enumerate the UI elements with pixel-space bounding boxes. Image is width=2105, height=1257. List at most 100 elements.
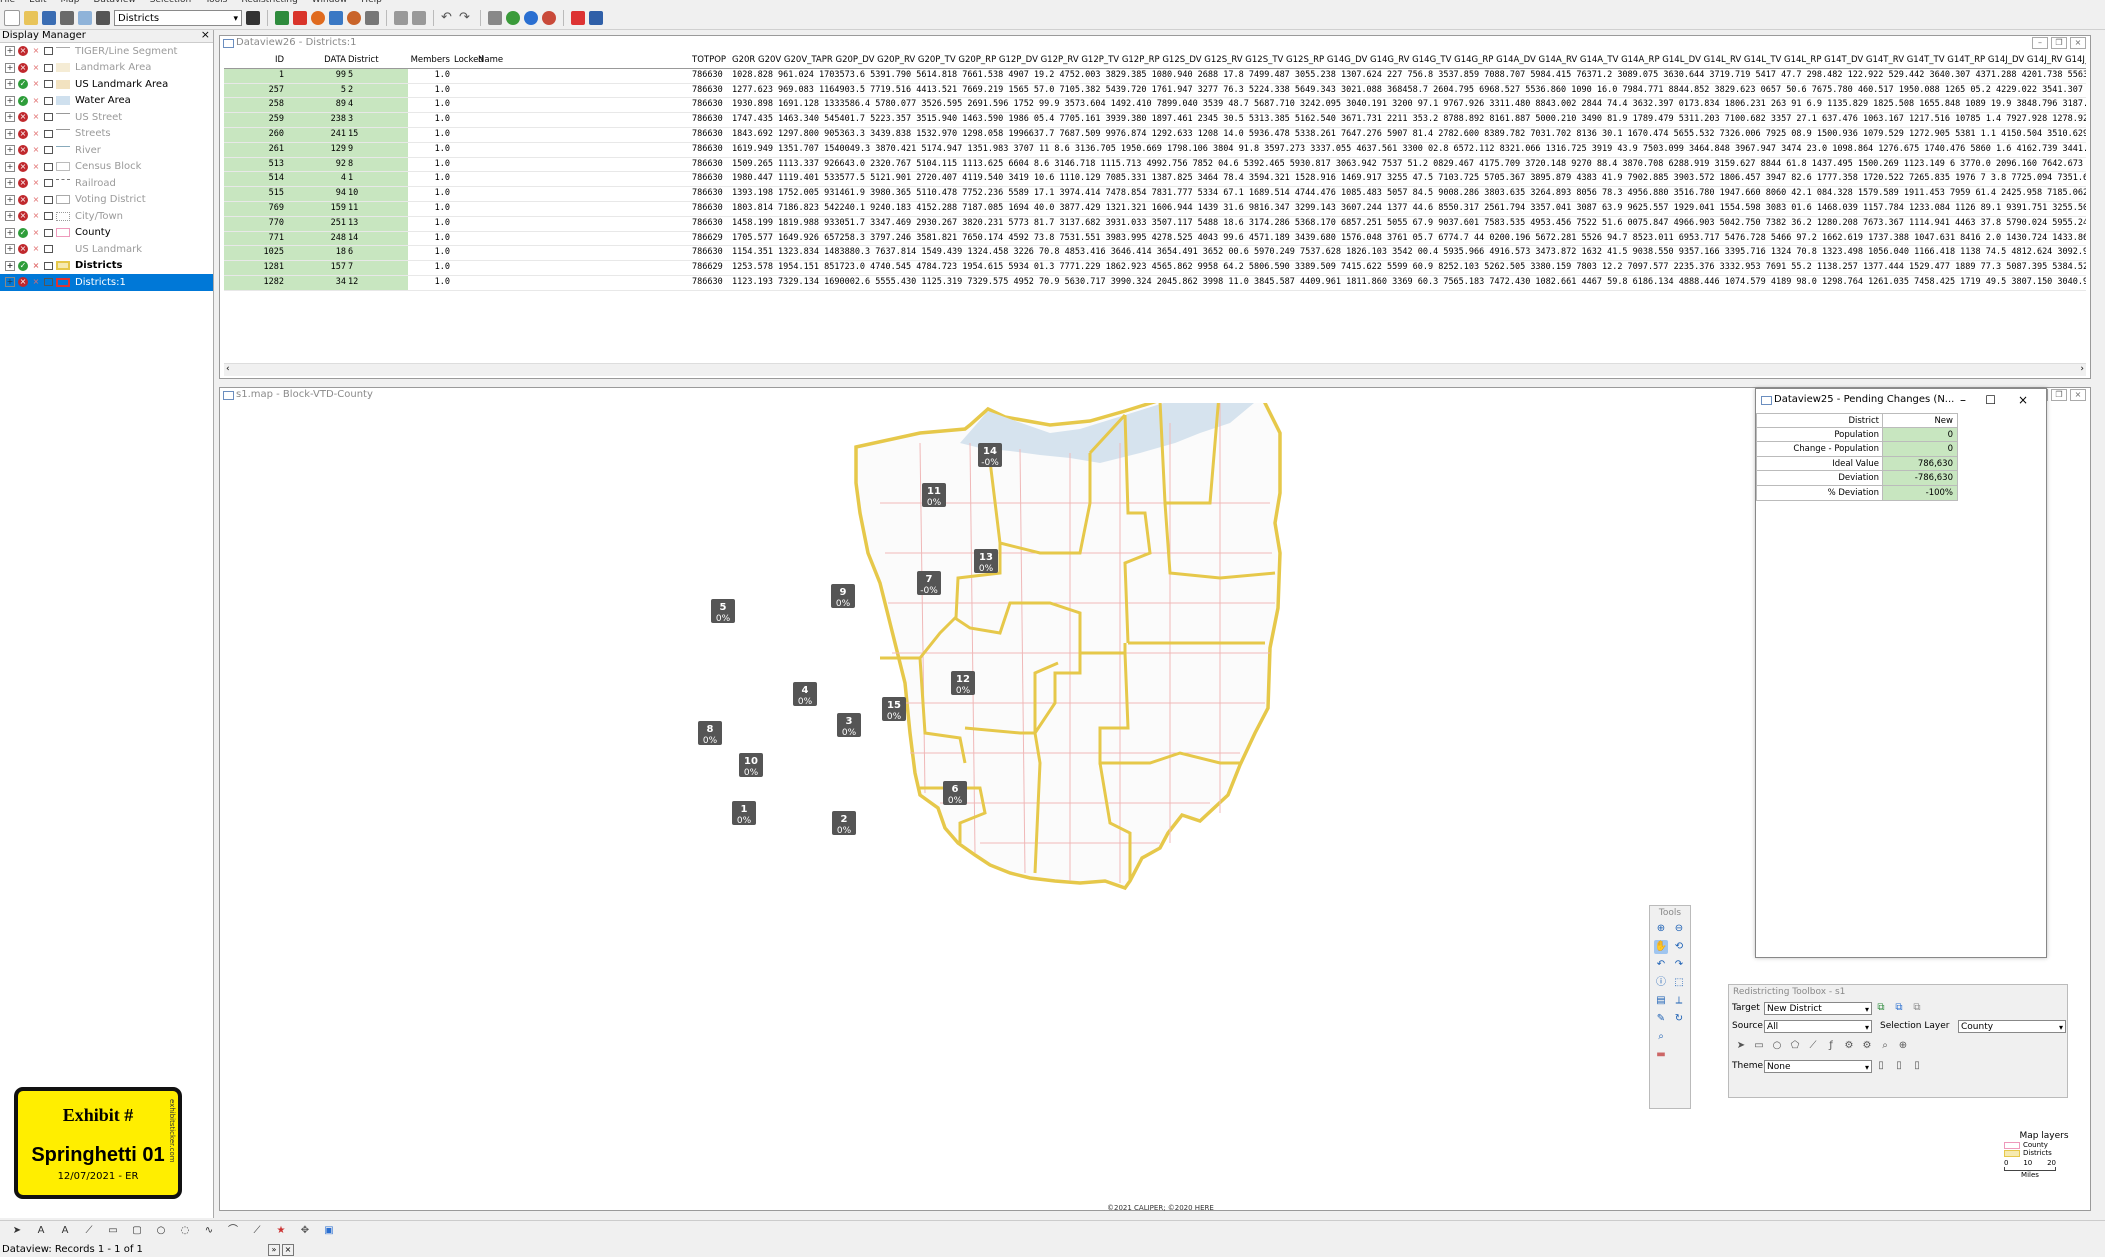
- target-dropdown[interactable]: New District: [1764, 1001, 1872, 1016]
- undo-icon[interactable]: ↶: [441, 10, 455, 25]
- save-icon[interactable]: [42, 10, 56, 25]
- lock-icon[interactable]: ×: [31, 211, 41, 221]
- layer-row-streets[interactable]: + × × Streets: [0, 126, 213, 143]
- layer-row-water-area[interactable]: + ✓ × Water Area: [0, 93, 213, 110]
- dataview-title[interactable]: Dataview26 - Districts:1 – ❐ ×: [220, 36, 2090, 50]
- redo-icon[interactable]: ↷: [459, 10, 473, 25]
- spline-icon[interactable]: ⌒: [226, 1224, 240, 1238]
- table-row[interactable]: 770 251 13 1.0 786630 1458.199 1819.988 93305…: [224, 216, 2086, 232]
- doc-new-icon[interactable]: ▯: [1910, 1059, 1924, 1073]
- pan-hand-icon[interactable]: ✋: [1654, 940, 1668, 954]
- menu-tools[interactable]: Tools: [205, 0, 227, 5]
- zoom-layer-icon[interactable]: [542, 10, 556, 25]
- lock-icon[interactable]: ×: [31, 63, 41, 73]
- lock-icon[interactable]: ×: [31, 195, 41, 205]
- rectangle-icon[interactable]: ▭: [1752, 1039, 1766, 1053]
- menu-file[interactable]: File: [0, 0, 15, 5]
- select-icon[interactable]: ⬚: [1672, 976, 1686, 990]
- menu-help[interactable]: Help: [361, 0, 382, 5]
- comment-icon[interactable]: ✎: [1654, 1012, 1668, 1026]
- column-header[interactable]: ID: [224, 54, 286, 68]
- visible-icon[interactable]: ✓: [18, 79, 28, 90]
- pending-title[interactable]: Dataview25 - Pending Changes (N... – ☐ ×: [1756, 389, 2046, 411]
- hidden-icon[interactable]: ×: [18, 128, 28, 139]
- rotate-icon[interactable]: ⟲: [1672, 940, 1686, 954]
- redistrict-icon[interactable]: [571, 10, 585, 25]
- layer-row-districts[interactable]: + ✓ × Districts: [0, 258, 213, 275]
- table-row[interactable]: 771 248 14 1.0 786629 1705.577 1649.926 65725…: [224, 231, 2086, 247]
- minimize-icon[interactable]: –: [2032, 37, 2048, 49]
- lock-icon[interactable]: ×: [31, 112, 41, 122]
- layer-row-city-town[interactable]: + × × City/Town: [0, 208, 213, 225]
- label-icon[interactable]: ⌕: [1654, 1030, 1668, 1044]
- hidden-icon[interactable]: ×: [18, 161, 28, 172]
- table-row[interactable]: 260 241 15 1.0 786630 1843.692 1297.800 90536…: [224, 127, 2086, 143]
- hidden-icon[interactable]: ×: [18, 194, 28, 205]
- text-style-icon[interactable]: A: [58, 1224, 72, 1238]
- grid-icon[interactable]: [365, 10, 379, 25]
- doc-edit-icon[interactable]: ▯: [1892, 1059, 1906, 1073]
- minimize-icon[interactable]: –: [1960, 389, 1966, 411]
- lock-icon[interactable]: ×: [31, 162, 41, 172]
- line-icon[interactable]: ⟋: [1806, 1039, 1820, 1053]
- column-header[interactable]: District: [348, 54, 408, 68]
- table-row[interactable]: 514 4 1 1.0 786630 1980.447 1119.401 533577.5…: [224, 172, 2086, 188]
- list-icon[interactable]: [412, 10, 426, 25]
- hidden-icon[interactable]: ×: [18, 277, 28, 288]
- merge-icon[interactable]: ⧉: [1892, 1001, 1906, 1015]
- lock-icon[interactable]: ×: [31, 178, 41, 188]
- visible-icon[interactable]: ✓: [18, 227, 28, 238]
- theme-icon[interactable]: ▬: [1654, 1048, 1668, 1062]
- menu-edit[interactable]: Edit: [29, 0, 46, 5]
- expand-icon[interactable]: +: [5, 62, 15, 73]
- expand-icon[interactable]: +: [5, 194, 15, 205]
- close-icon[interactable]: ×: [201, 29, 210, 41]
- column-header[interactable]: Name: [478, 54, 692, 68]
- layer-row-us-landmark-area[interactable]: + ✓ × US Landmark Area: [0, 76, 213, 93]
- table-row[interactable]: 1 99 5 1.0 786630 1028.828 961.024 1703573.6 …: [224, 68, 2086, 84]
- hidden-icon[interactable]: ×: [18, 145, 28, 156]
- previous-view-icon[interactable]: ↶: [1654, 958, 1668, 972]
- plan-icon[interactable]: [589, 10, 603, 25]
- hidden-icon[interactable]: ×: [18, 178, 28, 189]
- table-row[interactable]: 1281 157 7 1.0 786629 1253.578 1954.151 85172…: [224, 261, 2086, 276]
- table-row[interactable]: 257 5 2 1.0 786630 1277.623 969.083 1164903.5…: [224, 83, 2086, 99]
- status-forward-icon[interactable]: »: [268, 1244, 280, 1256]
- table-row[interactable]: 261 129 9 1.0 786630 1619.949 1351.707 154004…: [224, 142, 2086, 158]
- table-row[interactable]: 1025 18 6 1.0 786630 1154.351 1323.834 148388…: [224, 246, 2086, 262]
- expand-icon[interactable]: +: [5, 277, 15, 288]
- menu-selection[interactable]: Selection: [150, 0, 191, 5]
- menu-redistricting[interactable]: Redistricting: [241, 0, 297, 5]
- transform-icon[interactable]: ✥: [298, 1224, 312, 1238]
- column-header[interactable]: TOTPOP: [692, 54, 732, 68]
- rounded-rect-icon[interactable]: ▢: [130, 1224, 144, 1238]
- lock-icon[interactable]: ×: [31, 46, 41, 56]
- pin-icon[interactable]: [488, 10, 502, 25]
- table-row[interactable]: 769 159 11 1.0 786630 1803.814 7186.823 54224…: [224, 201, 2086, 217]
- zoom-out-icon[interactable]: ⊖: [1672, 922, 1686, 936]
- lock-icon[interactable]: ×: [31, 261, 41, 271]
- new-file-icon[interactable]: [4, 9, 20, 26]
- report-icon[interactable]: [394, 10, 408, 25]
- lock-icon[interactable]: ×: [31, 244, 41, 254]
- maximize-icon[interactable]: ☐: [1985, 389, 1996, 411]
- text-icon[interactable]: A: [34, 1224, 48, 1238]
- pointer-icon[interactable]: ➤: [1734, 1039, 1748, 1053]
- lock-icon[interactable]: ×: [31, 96, 41, 106]
- report-icon[interactable]: ⚙: [1860, 1039, 1874, 1053]
- zoom-in-icon[interactable]: ⊕: [1654, 922, 1668, 936]
- expand-icon[interactable]: +: [5, 79, 15, 90]
- add-district-icon[interactable]: ⧉: [1874, 1001, 1888, 1015]
- print-icon[interactable]: [96, 10, 110, 25]
- copy-district-icon[interactable]: ⧉: [1910, 1001, 1924, 1015]
- expand-icon[interactable]: +: [5, 161, 15, 172]
- table-row[interactable]: 258 89 4 1.0 786630 1930.898 1691.128 1333586…: [224, 98, 2086, 114]
- visible-icon[interactable]: ✓: [18, 260, 28, 271]
- menu-map[interactable]: Map: [61, 0, 80, 5]
- formula-icon[interactable]: ƒ: [1824, 1039, 1838, 1053]
- column-header[interactable]: Members: [408, 54, 454, 68]
- open-folder-icon[interactable]: [24, 10, 38, 25]
- layer-row-us-landmark[interactable]: + × × US Landmark: [0, 241, 213, 258]
- star-icon[interactable]: ★: [274, 1224, 288, 1238]
- layers-icon[interactable]: ▤: [1654, 994, 1668, 1008]
